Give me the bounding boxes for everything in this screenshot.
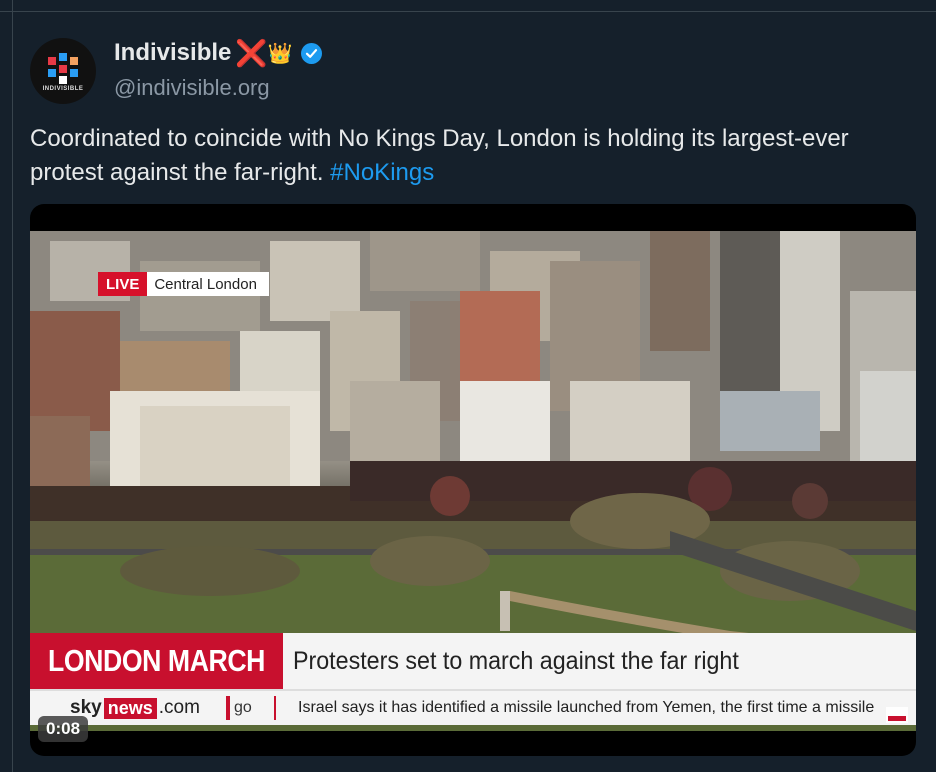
avatar-caption: INDIVISIBLE bbox=[42, 86, 84, 92]
live-label: LIVE bbox=[98, 272, 148, 296]
sky-news-logo: sky news .com bbox=[70, 691, 200, 725]
ticker-go-text: go bbox=[234, 699, 252, 716]
brand-domain: .com bbox=[158, 697, 200, 718]
indivisible-logo-icon bbox=[46, 53, 80, 84]
top-divider bbox=[0, 0, 936, 12]
verified-badge-icon bbox=[300, 42, 322, 64]
headline-text: Protesters set to march against the far … bbox=[293, 646, 739, 675]
ticker-text: Israel says it has identified a missile … bbox=[298, 699, 875, 716]
left-divider bbox=[12, 0, 13, 772]
ticker-separator bbox=[226, 696, 230, 720]
tweet-body: Coordinated to coincide with No Kings Da… bbox=[30, 125, 849, 186]
ticker-separator-2 bbox=[274, 696, 276, 720]
hashtag-link[interactable]: #NoKings bbox=[330, 159, 434, 186]
banner-title: LONDON MARCH bbox=[48, 643, 265, 678]
sky-corner-logo-icon bbox=[886, 707, 908, 723]
brand-news: news bbox=[103, 697, 157, 719]
news-lower-third: LONDON MARCH Protesters set to march aga… bbox=[30, 633, 916, 729]
video-timestamp: 0:08 bbox=[38, 716, 89, 742]
author-handle[interactable]: @indivisible.org bbox=[114, 75, 270, 101]
author-name-text: Indivisible bbox=[114, 39, 232, 66]
avatar[interactable]: INDIVISIBLE bbox=[30, 38, 96, 104]
crown-emoji-icon: 👑 bbox=[267, 42, 293, 65]
x-emoji-icon: ❌ bbox=[235, 38, 268, 68]
author-display-name[interactable]: Indivisible ❌ 👑 bbox=[114, 39, 322, 67]
video-frame[interactable]: LIVE Central London LONDON MARCH Protest… bbox=[30, 231, 916, 731]
live-location-tag: LIVE Central London bbox=[98, 272, 269, 296]
headline-bar: Protesters set to march against the far … bbox=[283, 633, 916, 689]
location-label: Central London bbox=[147, 272, 269, 296]
tweet-text: Coordinated to coincide with No Kings Da… bbox=[30, 122, 910, 190]
news-ticker: sky news .com go Israel says it has iden… bbox=[30, 689, 916, 725]
video-player[interactable]: LIVE Central London LONDON MARCH Protest… bbox=[30, 204, 916, 756]
